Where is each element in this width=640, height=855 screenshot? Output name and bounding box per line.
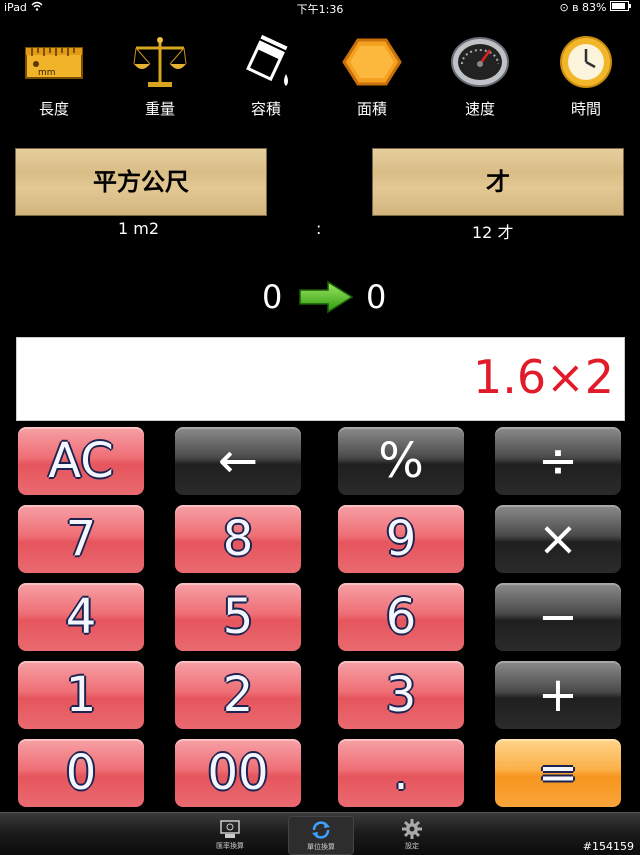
container-icon — [243, 34, 291, 86]
refresh-icon — [312, 821, 330, 839]
to-unit-button[interactable]: 才 — [372, 148, 624, 216]
category-volume[interactable]: 容積 — [218, 30, 314, 122]
category-label: 面積 — [356, 100, 387, 118]
digit-6-button[interactable]: 6 — [338, 583, 464, 651]
digit-3-button[interactable]: 3 — [338, 661, 464, 729]
multiply-button[interactable]: × — [495, 505, 621, 573]
display-value: 1.6×2 — [473, 350, 614, 404]
category-area[interactable]: 面積 — [324, 30, 420, 122]
battery-icon — [610, 1, 632, 14]
battery-percent: 83% — [582, 1, 607, 14]
equals-button[interactable]: = — [495, 739, 621, 807]
percent-button[interactable]: % — [338, 427, 464, 495]
from-unit-button[interactable]: 平方公尺 — [15, 148, 267, 216]
tab-currency[interactable]: 匯率換算 — [198, 816, 262, 853]
watermark: #154159 — [582, 840, 634, 853]
digit-7-button[interactable]: 7 — [18, 505, 144, 573]
hexagon-icon — [342, 38, 402, 86]
minus-button[interactable]: − — [495, 583, 621, 651]
svg-text:mm: mm — [38, 68, 56, 78]
status-right: ⊙ ʙ 83% — [559, 1, 632, 14]
currency-icon — [220, 820, 240, 838]
arrow-right-icon — [299, 280, 354, 314]
category-label: 重量 — [144, 100, 175, 118]
digit-5-button[interactable]: 5 — [175, 583, 301, 651]
category-length[interactable]: mm 長度 — [6, 30, 102, 122]
digit-1-button[interactable]: 1 — [18, 661, 144, 729]
category-bar: mm 長度 重量 容積 面積 速度 時間 — [0, 30, 640, 122]
category-label: 速度 — [464, 100, 495, 118]
digit-0-button[interactable]: 0 — [18, 739, 144, 807]
category-time[interactable]: 時間 — [538, 30, 634, 122]
lock-rotation-icon: ⊙ — [559, 1, 569, 14]
tab-bar: 匯率換算 單位換算 設定 #154159 — [0, 812, 640, 855]
conversion-from-value: 0 — [262, 278, 283, 316]
decimal-button[interactable]: . — [338, 739, 464, 807]
double-zero-button[interactable]: 00 — [175, 739, 301, 807]
conversion-to-value: 0 — [366, 278, 387, 316]
scale-icon — [133, 37, 187, 87]
status-bar: iPad 下午1:36 ⊙ ʙ 83% — [0, 0, 640, 16]
gear-icon — [402, 819, 422, 839]
category-label: 容積 — [250, 100, 281, 118]
rate-separator: : — [316, 219, 322, 238]
backspace-button[interactable]: ← — [175, 427, 301, 495]
status-time: 下午1:36 — [296, 3, 344, 16]
ruler-icon: mm — [25, 47, 83, 79]
calculator-display: 1.6×2 — [16, 337, 625, 421]
speedometer-icon — [451, 37, 509, 87]
clock-icon — [560, 36, 612, 88]
category-weight[interactable]: 重量 — [112, 30, 208, 122]
digit-2-button[interactable]: 2 — [175, 661, 301, 729]
tab-label: 設定 — [405, 842, 419, 850]
category-label: 長度 — [38, 100, 69, 118]
tab-unit-conversion[interactable]: 單位換算 — [288, 816, 354, 855]
tab-label: 單位換算 — [307, 843, 335, 851]
plus-button[interactable]: + — [495, 661, 621, 729]
category-speed[interactable]: 速度 — [432, 30, 528, 122]
ac-button[interactable]: AC — [18, 427, 144, 495]
rate-to: 12 才 — [472, 223, 514, 242]
digit-4-button[interactable]: 4 — [18, 583, 144, 651]
tab-settings[interactable]: 設定 — [380, 816, 444, 853]
divide-button[interactable]: ÷ — [495, 427, 621, 495]
bluetooth-icon: ʙ — [572, 1, 579, 14]
digit-9-button[interactable]: 9 — [338, 505, 464, 573]
category-label: 時間 — [570, 100, 601, 118]
tab-label: 匯率換算 — [216, 842, 244, 850]
digit-8-button[interactable]: 8 — [175, 505, 301, 573]
rate-from: 1 m2 — [118, 219, 160, 238]
